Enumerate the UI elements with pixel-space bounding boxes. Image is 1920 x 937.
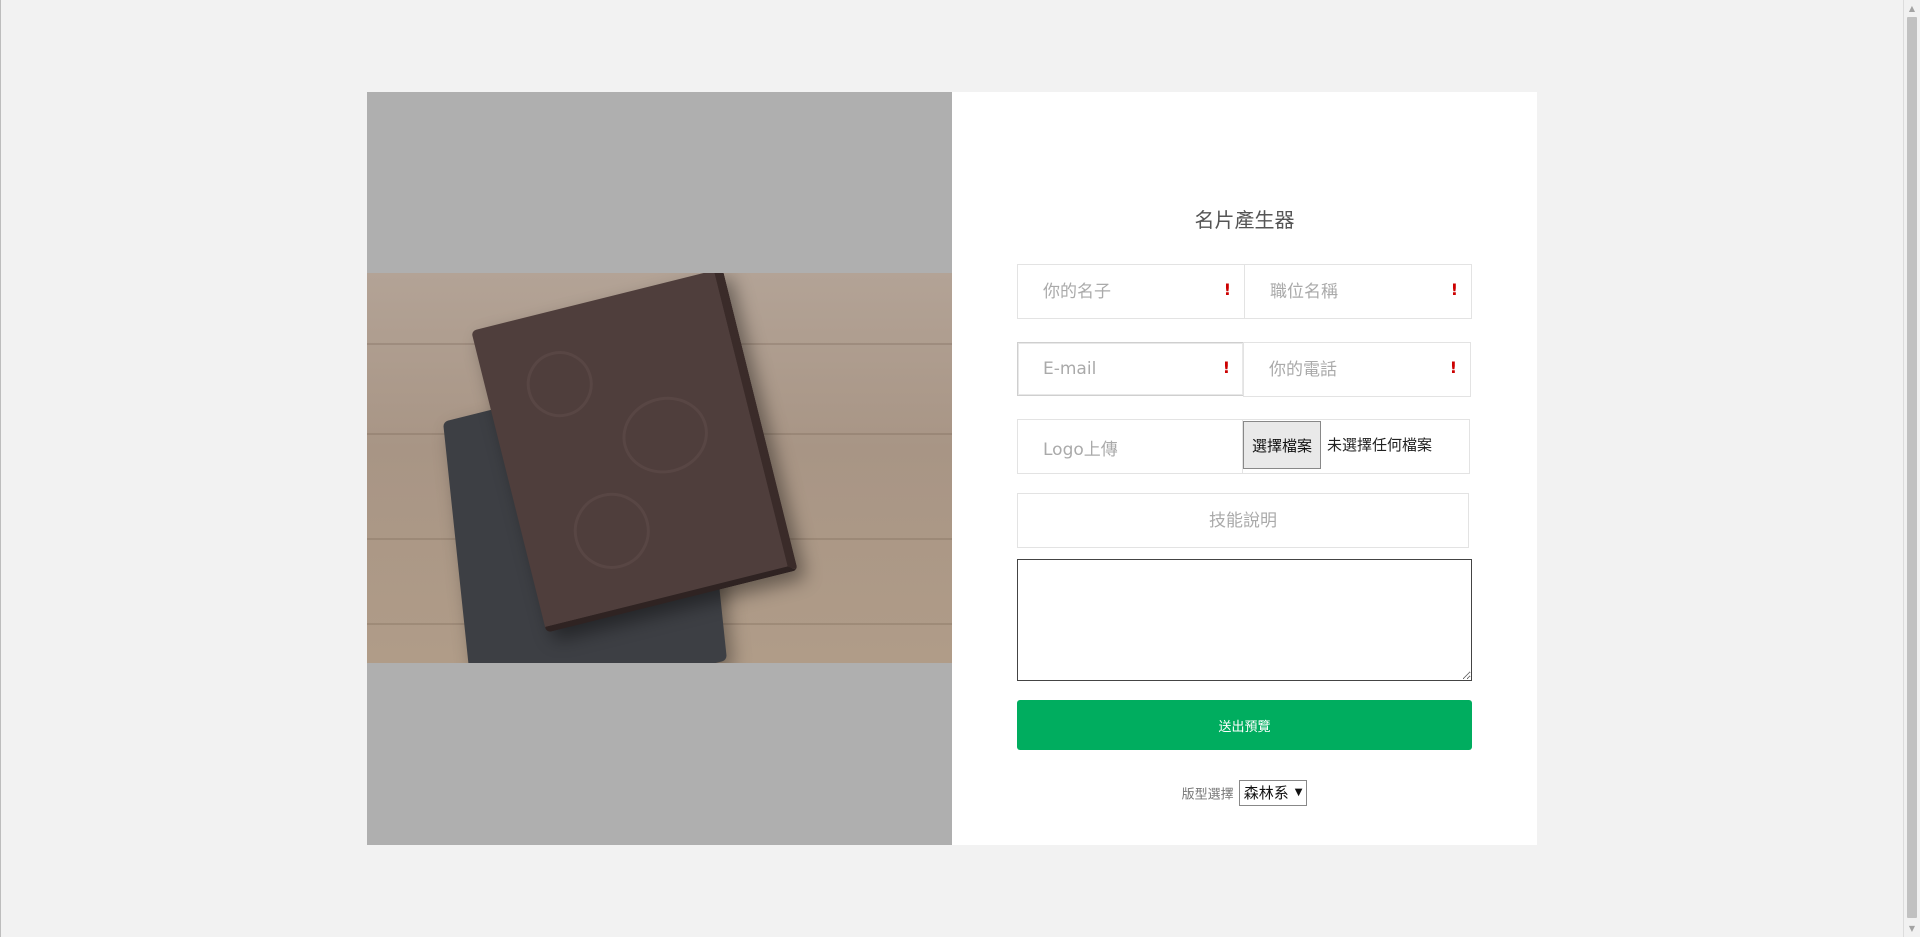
books-photo <box>367 273 952 663</box>
logo-upload-label: Logo上傳 <box>1043 440 1118 460</box>
form-panel: 名片產生器 ! ! ! ! Logo上傳 選擇檔案 未選擇任何檔案 送出預覽 <box>952 92 1537 845</box>
phone-field: ! <box>1243 342 1471 397</box>
scroll-down-icon[interactable]: ▼ <box>1904 920 1920 937</box>
emboss-swirl <box>614 387 717 483</box>
choose-file-button[interactable]: 選擇檔案 <box>1243 421 1321 469</box>
email-field: ! <box>1017 342 1244 396</box>
emboss-swirl <box>519 344 600 425</box>
template-select[interactable]: 森林系 ▼ <box>1238 780 1308 806</box>
file-status-text: 未選擇任何檔案 <box>1327 436 1433 454</box>
submit-preview-button[interactable]: 送出預覽 <box>1017 700 1472 750</box>
skill-textarea[interactable] <box>1017 559 1472 681</box>
card-generator: 名片產生器 ! ! ! ! Logo上傳 選擇檔案 未選擇任何檔案 送出預覽 <box>367 92 1537 845</box>
template-selector: 版型選擇 森林系 ▼ <box>952 780 1537 806</box>
template-label: 版型選擇 <box>1181 787 1234 803</box>
exclamation-icon: ! <box>1449 358 1457 377</box>
emboss-swirl <box>565 484 658 577</box>
logo-upload-label-field: Logo上傳 <box>1017 419 1243 474</box>
template-select-value: 森林系 <box>1243 784 1289 802</box>
name-field: ! <box>1017 264 1245 319</box>
skill-label-field <box>1017 493 1469 548</box>
name-input[interactable] <box>1018 265 1244 318</box>
vertical-scrollbar[interactable]: ▲ ▼ <box>1903 0 1920 937</box>
skill-input[interactable] <box>1018 494 1468 547</box>
hero-panel <box>367 92 952 845</box>
window-border <box>0 0 1 937</box>
job-title-field: ! <box>1244 264 1472 319</box>
caret-down-icon: ▼ <box>1294 787 1303 798</box>
job-title-input[interactable] <box>1245 265 1471 318</box>
form-title: 名片產生器 <box>1194 208 1295 232</box>
phone-input[interactable] <box>1244 343 1470 396</box>
logo-upload-field: 選擇檔案 未選擇任何檔案 <box>1242 419 1470 474</box>
scrollbar-thumb[interactable] <box>1907 17 1917 918</box>
scroll-up-icon[interactable]: ▲ <box>1904 0 1920 17</box>
exclamation-icon: ! <box>1222 358 1230 377</box>
exclamation-icon: ! <box>1450 280 1458 299</box>
email-input[interactable] <box>1018 343 1243 395</box>
exclamation-icon: ! <box>1223 280 1231 299</box>
